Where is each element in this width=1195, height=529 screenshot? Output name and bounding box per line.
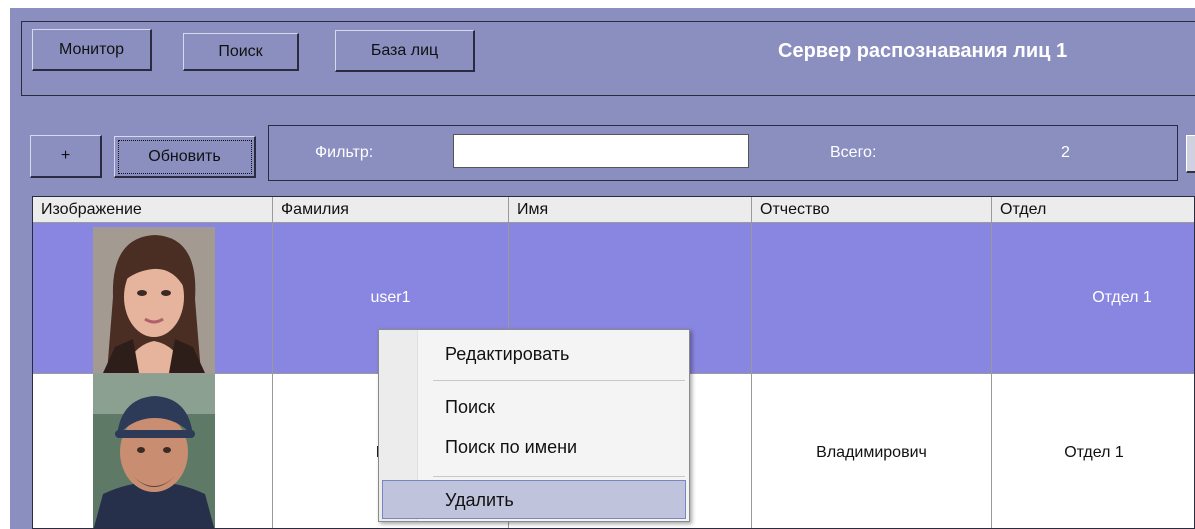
menu-separator — [433, 380, 685, 381]
add-button[interactable]: + — [30, 135, 102, 178]
filter-label: Фильтр: — [315, 144, 374, 161]
image-cell — [33, 374, 273, 528]
female-portrait-image — [93, 227, 215, 373]
refresh-button[interactable]: Обновить — [114, 136, 256, 178]
total-label: Всего: — [830, 144, 877, 161]
column-header-last-name[interactable]: Фамилия — [273, 197, 509, 223]
scroll-edge-button[interactable] — [1186, 135, 1195, 173]
patronymic-cell — [752, 223, 992, 373]
menu-item-edit[interactable]: Редактировать — [445, 344, 569, 365]
total-count: 2 — [1061, 144, 1070, 161]
search-button[interactable]: Поиск — [183, 33, 299, 71]
menu-item-delete-highlight[interactable] — [382, 480, 686, 519]
menu-separator — [433, 476, 685, 477]
context-menu: Редактировать Поиск Поиск по имени Удали… — [378, 329, 690, 522]
patronymic-cell: Владимирович — [752, 374, 992, 528]
monitor-button[interactable]: Монитор — [32, 29, 152, 71]
column-header-patronymic[interactable]: Отчество — [752, 197, 992, 223]
column-header-department[interactable]: Отдел — [992, 197, 1194, 223]
menu-item-search-by-name[interactable]: Поиск по имени — [445, 437, 577, 458]
face-database-button[interactable]: База лиц — [335, 30, 475, 72]
filter-input[interactable] — [453, 134, 749, 168]
server-title: Сервер распознавания лиц 1 — [778, 40, 1068, 62]
menu-item-delete[interactable]: Удалить — [445, 490, 514, 511]
image-cell — [33, 223, 273, 373]
column-header-image[interactable]: Изображение — [33, 197, 273, 223]
department-cell: Отдел 1 — [1064, 443, 1124, 461]
department-cell: Отдел 1 — [1092, 289, 1152, 306]
male-portrait-image — [93, 374, 215, 528]
menu-item-search[interactable]: Поиск — [445, 397, 495, 418]
column-header-first-name[interactable]: Имя — [509, 197, 752, 223]
